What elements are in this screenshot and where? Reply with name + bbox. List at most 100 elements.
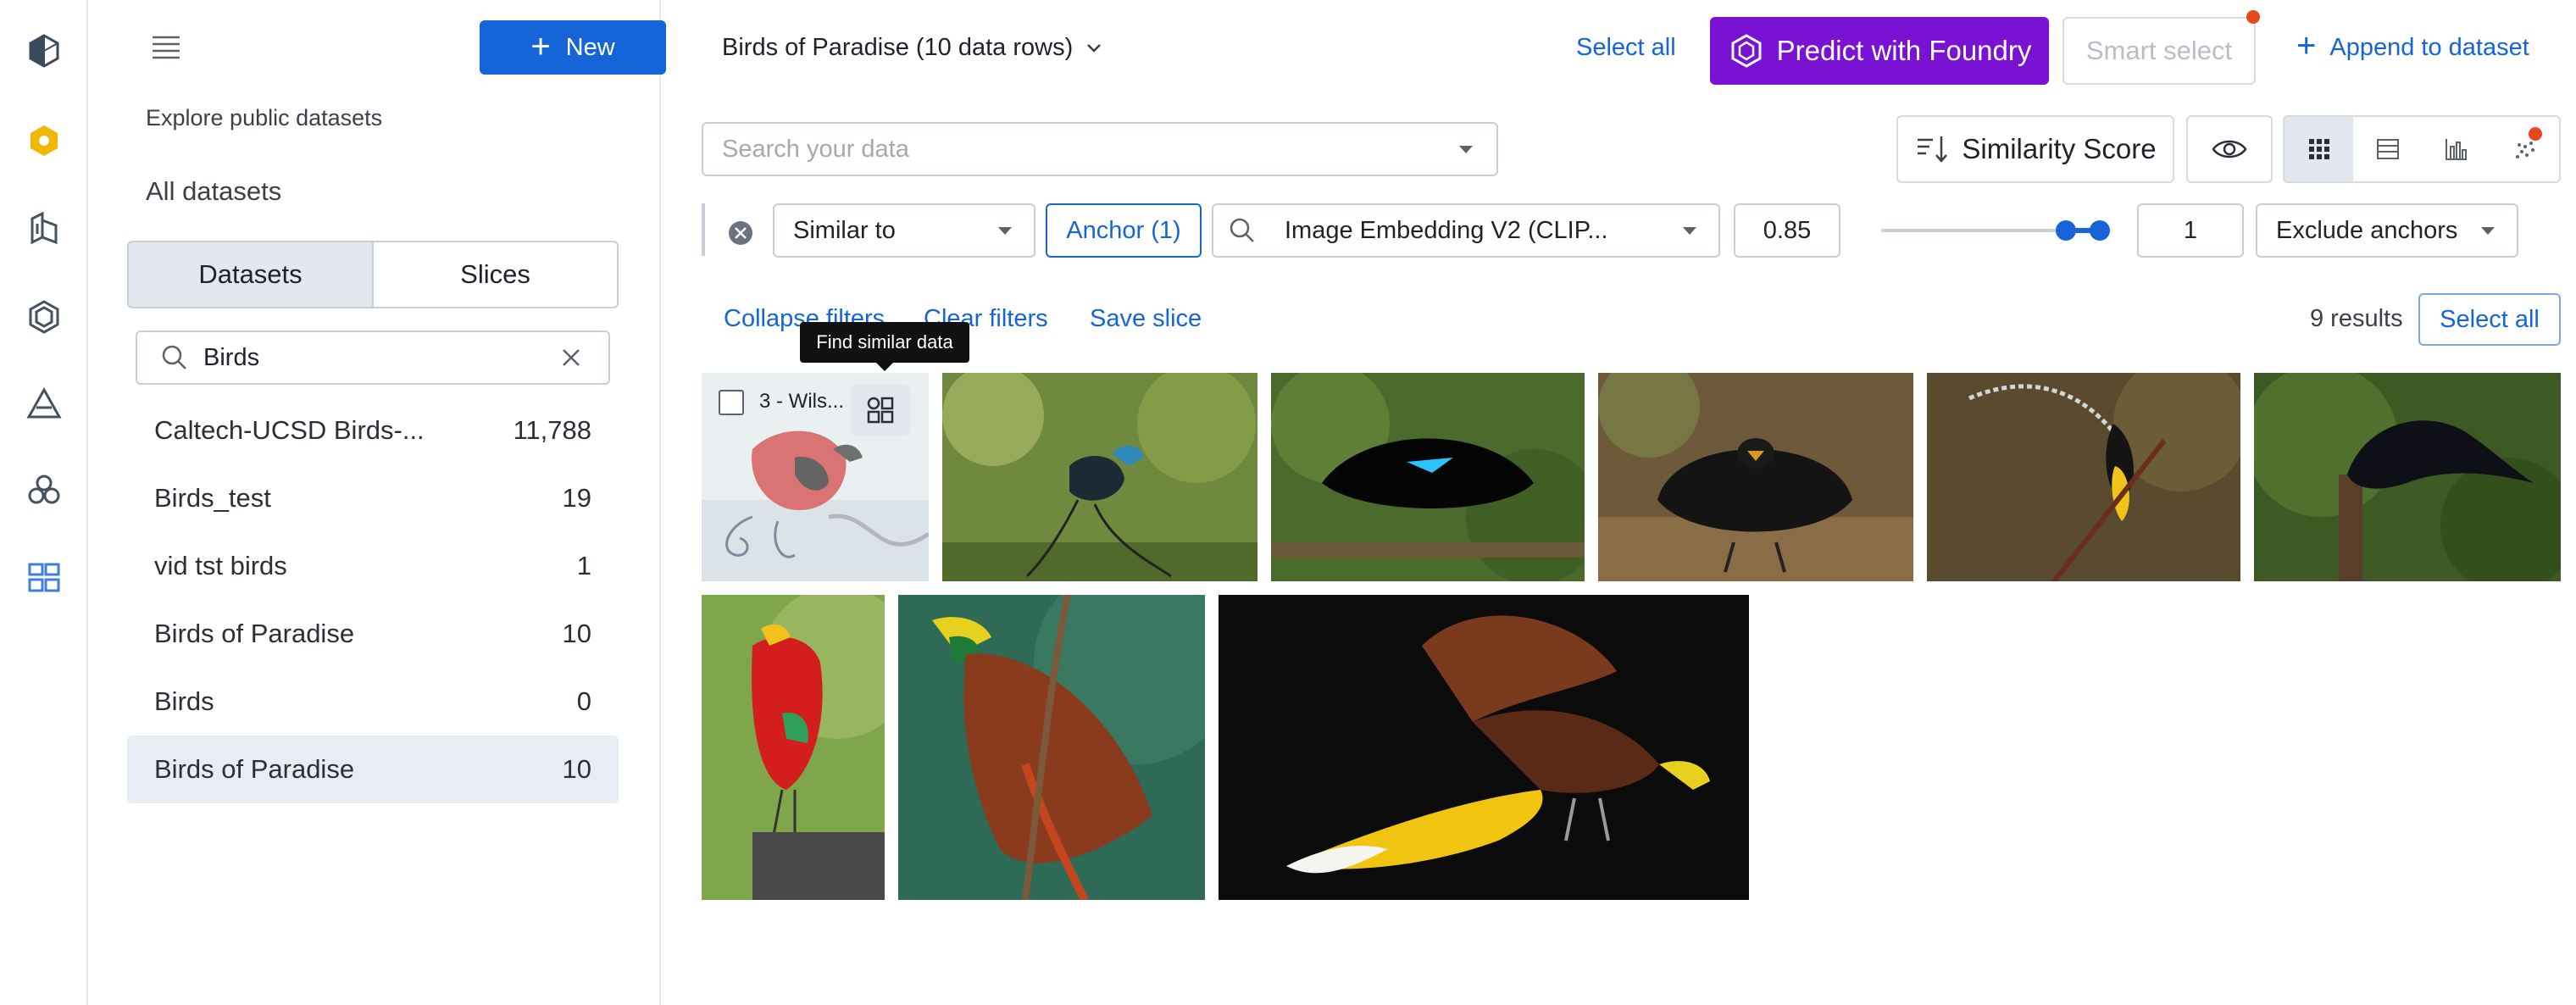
filter-type-select[interactable]: Similar to — [773, 203, 1035, 258]
save-slice-link[interactable]: Save slice — [1090, 305, 1202, 333]
foundry-icon — [1731, 34, 1762, 68]
image-tile[interactable] — [1598, 373, 1913, 581]
dataset-list: Caltech-UCSD Birds-... 11,788 Birds_test… — [127, 397, 619, 803]
data-icon[interactable] — [19, 203, 69, 254]
dataset-item-selected[interactable]: Birds of Paradise 10 — [127, 736, 619, 803]
sidebar: + New Explore public datasets All datase… — [88, 0, 666, 1005]
image-tile[interactable] — [702, 595, 885, 900]
dataset-count: 10 — [562, 754, 591, 784]
triangle-icon[interactable] — [19, 378, 69, 429]
dataset-item[interactable]: vid tst birds 1 — [127, 532, 619, 600]
dataset-count: 11,788 — [513, 415, 591, 445]
chevron-down-icon — [1087, 43, 1102, 53]
search-icon — [1230, 218, 1254, 242]
dataset-name: vid tst birds — [154, 551, 287, 580]
data-search-box — [702, 122, 1498, 176]
image-tile[interactable] — [2254, 373, 2561, 581]
predict-with-foundry-button[interactable]: Predict with Foundry — [1710, 17, 2049, 85]
bird-twelve-wired-image — [1927, 373, 2240, 581]
new-button-label: New — [565, 33, 615, 61]
tab-slices[interactable]: Slices — [374, 242, 617, 307]
anchor-button[interactable]: Anchor (1) — [1046, 203, 1202, 258]
view-mode-switcher — [2283, 115, 2561, 183]
image-tile[interactable] — [1219, 595, 1749, 900]
foundry-logo-icon[interactable] — [19, 115, 69, 166]
dataset-count: 10 — [562, 619, 591, 648]
slider-handle-min[interactable] — [2056, 220, 2076, 241]
close-icon[interactable] — [559, 346, 583, 369]
image-tile[interactable] — [1271, 373, 1585, 581]
grid-icon — [2308, 139, 2329, 159]
new-button[interactable]: + New — [480, 20, 666, 75]
bird-greater-red-image — [898, 595, 1205, 900]
threshold-input[interactable]: 0.85 — [1734, 203, 1840, 258]
dataset-item[interactable]: Birds_test 19 — [127, 464, 619, 532]
cube-icon[interactable] — [19, 25, 69, 76]
threshold-slider[interactable] — [1881, 217, 2112, 244]
list-view-button[interactable] — [2353, 117, 2422, 181]
filter-indicator-bar — [702, 203, 705, 256]
image-tile[interactable] — [1927, 373, 2240, 581]
append-button-label: Append to dataset — [2329, 33, 2529, 61]
sort-similarity-score-button[interactable]: Similarity Score — [1896, 115, 2174, 183]
search-icon — [162, 345, 186, 369]
hexagon-icon[interactable] — [19, 292, 69, 342]
dataset-name: Birds — [154, 686, 214, 716]
cluster-icon[interactable] — [19, 464, 69, 515]
exclude-anchors-value: Exclude anchors — [2276, 216, 2458, 244]
filter-type-value: Similar to — [793, 216, 896, 244]
dataset-name: Caltech-UCSD Birds-... — [154, 415, 425, 445]
smart-select-button[interactable]: Smart select — [2062, 17, 2256, 85]
bird-red-king-image — [702, 595, 885, 900]
remove-filter-icon[interactable] — [727, 219, 754, 247]
bird-greater-yellow-image — [1219, 595, 1749, 900]
tile-checkbox[interactable] — [719, 390, 744, 415]
chart-view-button[interactable] — [2422, 117, 2490, 181]
bird-black-superb-image — [1271, 373, 1585, 581]
sort-icon — [1918, 136, 1948, 163]
select-all-results-button[interactable]: Select all — [2418, 293, 2561, 346]
scatter-view-button[interactable] — [2490, 117, 2559, 181]
grid-view-button[interactable] — [2285, 117, 2353, 181]
slider-handle-max[interactable] — [2090, 220, 2110, 241]
image-tile[interactable] — [942, 373, 1257, 581]
hamburger-icon[interactable] — [146, 31, 186, 64]
list-icon — [2376, 139, 2399, 159]
dataset-search-input[interactable] — [203, 343, 525, 372]
append-to-dataset-button[interactable]: + Append to dataset — [2296, 27, 2529, 64]
top-k-input[interactable]: 1 — [2137, 203, 2244, 258]
bar-chart-icon — [2445, 139, 2467, 160]
embedding-select[interactable]: Image Embedding V2 (CLIP... — [1212, 203, 1720, 258]
find-similar-button[interactable] — [851, 385, 910, 436]
image-tile[interactable]: 3 - Wils... — [702, 373, 929, 581]
plus-icon: + — [2296, 27, 2317, 64]
dataset-name: Birds of Paradise — [154, 619, 355, 648]
dataset-name: Birds of Paradise — [154, 754, 355, 784]
notification-dot — [2529, 127, 2542, 141]
main-panel: Birds of Paradise (10 data rows) Select … — [661, 0, 2576, 1005]
dataset-count: 1 — [576, 551, 591, 580]
plus-icon: + — [530, 27, 551, 65]
dataset-item[interactable]: Caltech-UCSD Birds-... 11,788 — [127, 397, 619, 464]
tab-datasets[interactable]: Datasets — [129, 242, 374, 307]
dashboard-icon[interactable] — [19, 552, 69, 603]
image-tile[interactable] — [898, 595, 1205, 900]
datasets-slices-toggle: Datasets Slices — [127, 241, 619, 308]
sort-label: Similarity Score — [1962, 133, 2157, 164]
all-datasets-heading: All datasets — [146, 176, 282, 206]
predict-button-label: Predict with Foundry — [1776, 35, 2032, 66]
data-search-input[interactable] — [722, 135, 1417, 164]
dataset-search-box — [136, 330, 610, 385]
dataset-title-dropdown[interactable]: Birds of Paradise (10 data rows) — [722, 34, 1105, 62]
select-all-link[interactable]: Select all — [1576, 34, 1676, 62]
caret-down-icon[interactable] — [1456, 139, 1476, 159]
exclude-anchors-select[interactable]: Exclude anchors — [2256, 203, 2518, 258]
explore-public-datasets-link[interactable]: Explore public datasets — [146, 105, 382, 131]
dataset-title: Birds of Paradise (10 data rows) — [722, 34, 1074, 61]
dataset-item[interactable]: Birds of Paradise 10 — [127, 600, 619, 668]
dataset-item[interactable]: Birds 0 — [127, 668, 619, 736]
bird-black-sicklebill-image — [2254, 373, 2561, 581]
embedding-value: Image Embedding V2 (CLIP... — [1285, 216, 1608, 244]
visibility-toggle-button[interactable] — [2186, 115, 2273, 183]
caret-down-icon — [2481, 227, 2495, 235]
